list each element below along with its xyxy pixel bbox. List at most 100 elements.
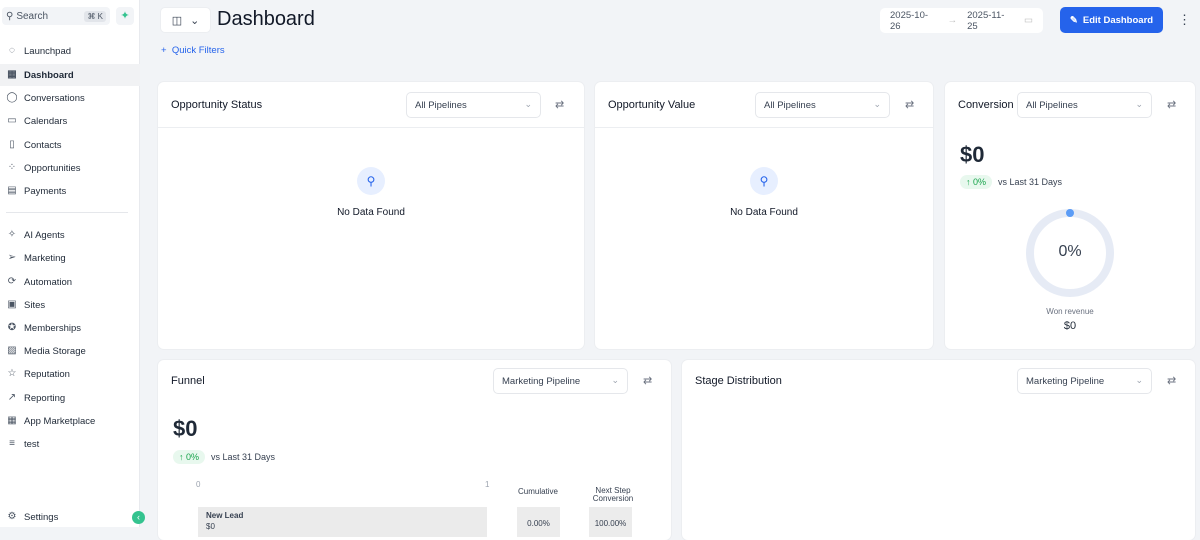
sites-icon: ▣ [7,299,17,310]
chevron-down-icon: ⌄ [1135,99,1143,109]
axis-tick: 0 [196,480,201,489]
card-title: Opportunity Value [608,99,696,111]
pipeline-select[interactable]: Marketing Pipeline ⌄ [493,368,628,394]
list-icon: ≡ [9,438,15,449]
sidebar-item-label: Sites [24,299,46,311]
select-value: Marketing Pipeline [502,376,581,387]
gauge-percent: 0% [1058,243,1082,260]
sidebar-item-label: Memberships [24,322,82,334]
search-icon: ⚲ [750,167,778,195]
sidebar-item-label: Reputation [24,368,70,380]
chat-icon: ◯ [6,92,18,103]
date-range-picker[interactable]: 2025-10-26 → 2025-11-25 ▭ [880,8,1043,33]
won-revenue-label: Won revenue [1046,307,1094,316]
pipeline-select[interactable]: All Pipelines ⌄ [406,92,541,118]
sidebar-item-label: Dashboard [24,69,74,81]
pipeline-select[interactable]: All Pipelines ⌄ [1017,92,1152,118]
sidebar-item-opportunities[interactable]: ⁘ Opportunities [0,157,140,179]
no-data-text: No Data Found [730,207,798,218]
pipeline-select[interactable]: All Pipelines ⌄ [755,92,890,118]
sidebar-item-memberships[interactable]: ✪ Memberships [0,317,140,339]
opportunities-icon: ⁘ [7,162,17,173]
badge-icon: ✪ [7,322,17,333]
card-title: Opportunity Status [171,99,263,111]
edit-dashboard-button[interactable]: ✎ Edit Dashboard [1060,7,1163,33]
divider [6,212,128,213]
sidebar-item-calendars[interactable]: ▭ Calendars [0,110,140,132]
pencil-icon: ✎ [1069,14,1078,26]
trend-icon: ↗ [7,392,17,403]
sidebar-item-label: Opportunities [24,162,81,174]
stage-label: New Lead [206,511,244,520]
filter-settings-icon[interactable]: ⇄ [1167,374,1176,387]
sidebar-item-media-storage[interactable]: ▨ Media Storage [0,340,140,362]
column-header: Cumulative [517,487,558,496]
calendar-icon: ▭ [1024,15,1033,26]
stage-distribution-card: Stage Distribution Marketing Pipeline ⌄ ⇄ [682,360,1195,540]
column-header: Next Step Conversion [592,486,634,503]
sidebar-item-ai-agents[interactable]: ✧ AI Agents [0,224,140,246]
rocket-icon: ◌ [9,45,15,56]
page-title: Dashboard [217,8,315,30]
more-options-icon[interactable]: ⋮ [1178,12,1191,28]
sidebar-item-sites[interactable]: ▣ Sites [0,294,140,316]
layout-switcher-button[interactable]: ◫ ⌄ [160,7,211,33]
filter-settings-icon[interactable]: ⇄ [643,374,652,387]
search-icon: ⚲ [6,10,14,22]
contacts-icon: ▯ [9,139,15,150]
ai-sparkle-button[interactable]: ✦ [116,7,134,25]
sidebar-item-label: App Marketplace [24,415,96,427]
image-icon: ▨ [7,345,17,356]
filter-settings-icon[interactable]: ⇄ [1167,98,1176,111]
funnel-card: Funnel Marketing Pipeline ⌄ ⇄ $0 ↑ 0% vs L… [158,360,671,540]
sidebar-item-label: Calendars [24,115,68,127]
sidebar-item-label: Contacts [24,139,62,151]
select-value: All Pipelines [1026,100,1078,111]
apps-icon: ▦ [7,415,17,426]
sidebar-item-reputation[interactable]: ☆ Reputation [0,363,140,385]
chevron-down-icon: ⌄ [190,14,200,27]
sidebar-item-launchpad[interactable]: ◌ Launchpad [0,40,140,62]
sidebar-item-reporting[interactable]: ↗ Reporting [0,387,140,409]
sidebar-item-label: test [24,438,40,450]
sidebar-item-payments[interactable]: ▤ Payments [0,180,140,202]
sidebar-item-label: Automation [24,276,73,288]
filter-settings-icon[interactable]: ⇄ [905,98,914,111]
sidebar-item-conversations[interactable]: ◯ Conversations [0,87,140,109]
sidebar-item-app-marketplace[interactable]: ▦ App Marketplace [0,410,140,432]
grid-icon: ▦ [7,69,17,80]
sidebar-item-label: Reporting [24,392,66,404]
opportunity-status-card: Opportunity Status All Pipelines ⌄ ⇄ ⚲ No … [158,82,584,349]
sidebar-item-settings[interactable]: ⚙ Settings [0,506,140,528]
search-button[interactable]: ⚲ Search ⌘ K [2,7,110,25]
card-title: Funnel [171,375,205,387]
date-start: 2025-10-26 [890,9,929,32]
filter-settings-icon[interactable]: ⇄ [555,98,564,111]
shortcut-badge: ⌘ K [84,10,106,22]
sidebar-item-test[interactable]: ≡ test [0,433,140,455]
payments-icon: ▤ [7,185,17,196]
sidebar-item-contacts[interactable]: ▯ Contacts [0,134,140,156]
sidebar: ⚲ Search ⌘ K ✦ ◌ Launchpad ▦ Dashboard ◯ Conver… [0,0,145,528]
sidebar-item-label: AI Agents [24,229,65,241]
date-end: 2025-11-25 [967,9,1005,32]
sidebar-item-marketing[interactable]: ➢ Marketing [0,247,140,269]
pipeline-select[interactable]: Marketing Pipeline ⌄ [1017,368,1152,394]
sidebar-item-label: Settings [24,511,59,523]
sidebar-item-label: Conversations [24,92,85,104]
layout-icon: ◫ [171,14,183,27]
search-icon: ⚲ [357,167,385,195]
quick-filters-button[interactable]: + Quick Filters [161,45,225,56]
sidebar-item-dashboard[interactable]: ▦ Dashboard [0,64,140,86]
arrow-right-icon: → [947,15,958,26]
change-badge: ↑ 0% [173,450,206,464]
sidebar-item-automation[interactable]: ⟳ Automation [0,271,140,293]
chevron-down-icon: ⌄ [611,375,619,385]
select-value: Marketing Pipeline [1026,376,1105,387]
collapse-sidebar-button[interactable]: ‹ [132,511,145,524]
search-label: Search [16,10,49,22]
conversion-value: $0 [960,142,985,167]
compare-text: vs Last 31 Days [211,452,276,462]
card-title: Stage Distribution [695,375,782,387]
funnel-value: $0 [173,416,198,441]
